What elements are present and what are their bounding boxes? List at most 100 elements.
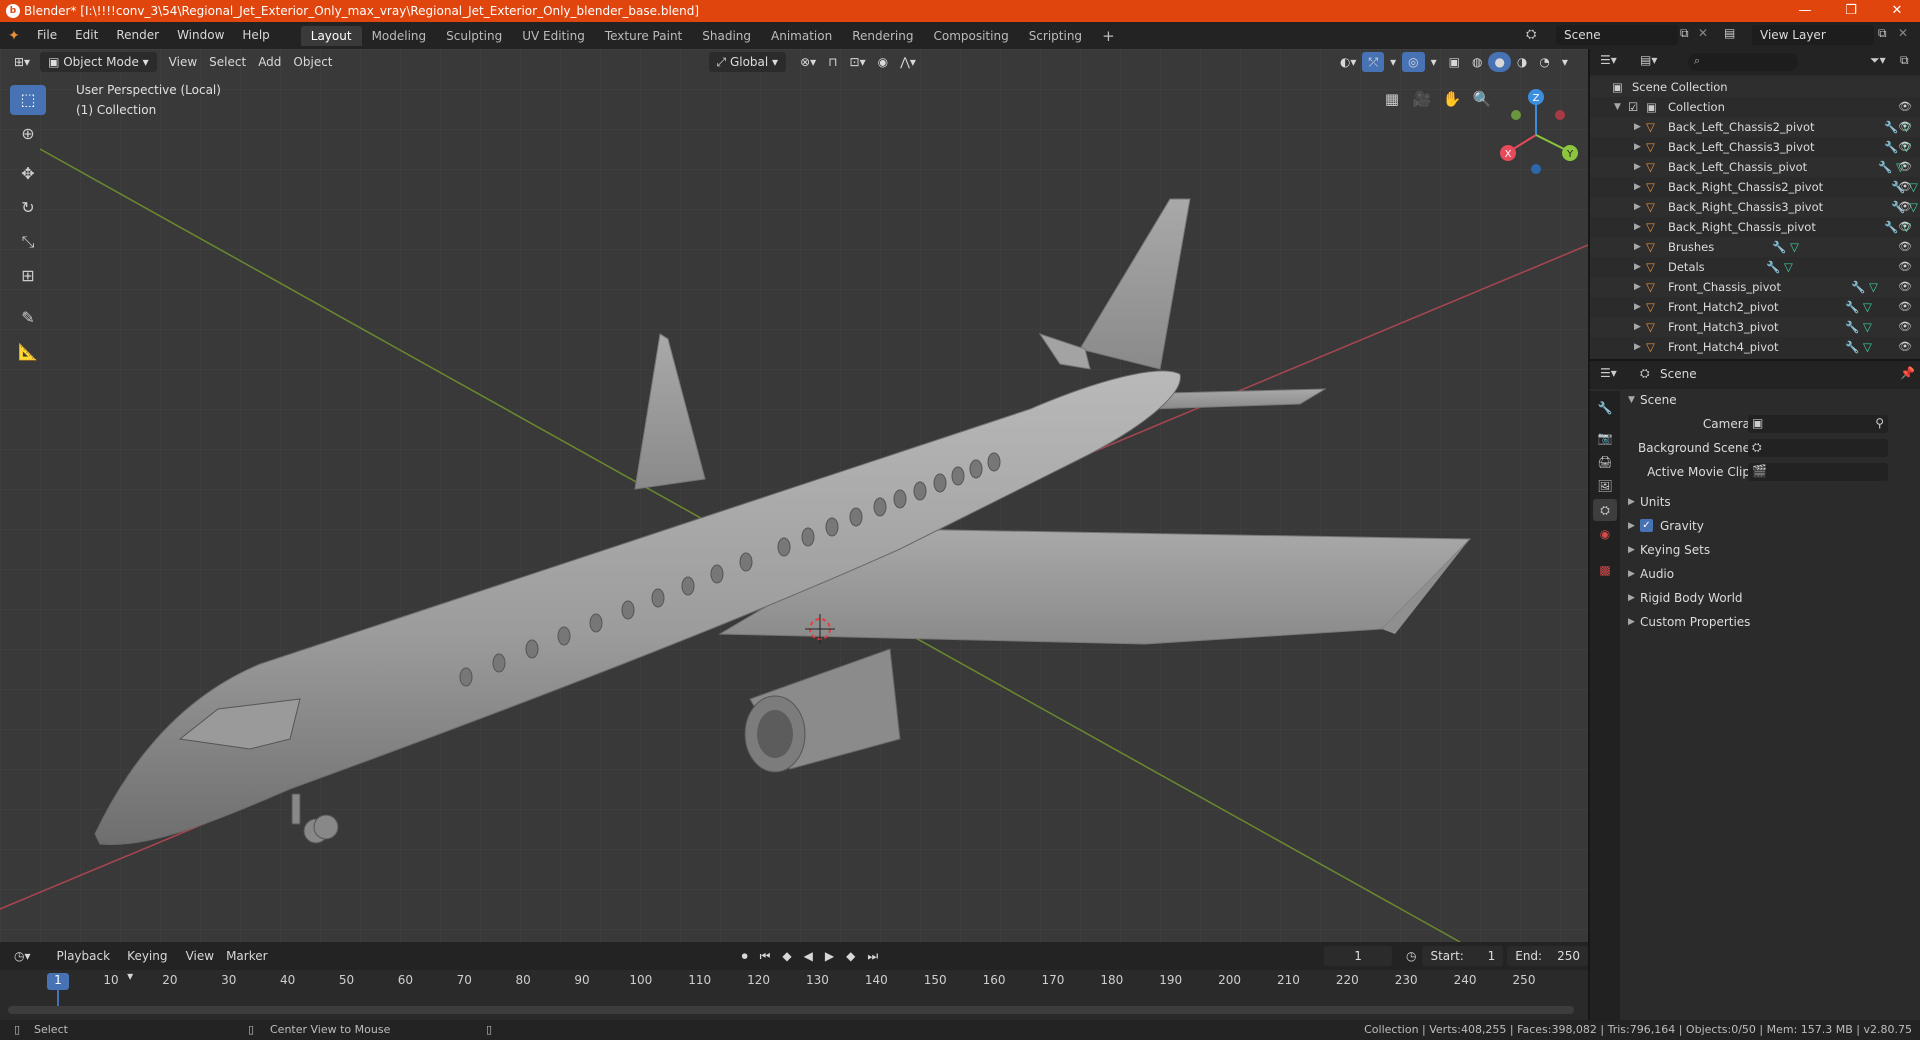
pan-hand-icon[interactable]: ✋ — [1438, 85, 1466, 113]
3d-viewport[interactable]: ⊞▾ ▣ Object Mode ▾ View Select Add Objec… — [0, 49, 1588, 942]
world-tab-icon[interactable]: ◉ — [1593, 523, 1617, 545]
expand-chevron-icon[interactable]: ▶ — [1634, 257, 1641, 277]
modifier-wrench-icon[interactable]: 🔧 — [1845, 297, 1859, 317]
eye-icon[interactable]: 👁 — [1898, 137, 1912, 157]
expand-chevron-icon[interactable]: ▶ — [1634, 297, 1641, 317]
menu-help[interactable]: Help — [233, 22, 278, 49]
shading-menu-icon[interactable]: ▾ — [1556, 52, 1574, 72]
units-panel-header[interactable]: ▶ Units — [1620, 491, 1920, 513]
transform-tool[interactable]: ⊞ — [10, 261, 46, 291]
pin-icon[interactable]: 📌 — [1900, 366, 1915, 380]
outliner-item[interactable]: ▶ ▽ Front_Hatch3_pivot 🔧 ▽ 👁 — [1590, 317, 1920, 337]
scene-type-icon[interactable]: ⛭ — [1526, 27, 1536, 42]
tool-tab-icon[interactable]: 🔧 — [1593, 397, 1617, 419]
close-button[interactable]: ✕ — [1874, 0, 1920, 22]
mesh-data-icon[interactable]: ▽ — [1784, 257, 1793, 277]
texture-tab-icon[interactable]: ▩ — [1593, 559, 1617, 581]
tab-uv-editing[interactable]: UV Editing — [512, 26, 595, 46]
audio-panel-header[interactable]: ▶ Audio — [1620, 563, 1920, 585]
tab-layout[interactable]: Layout — [300, 26, 362, 46]
maximize-button[interactable]: ❐ — [1828, 0, 1874, 22]
gravity-panel-header[interactable]: ▶ ✓ Gravity — [1620, 515, 1920, 537]
active-movie-clip-field[interactable]: 🎬 — [1748, 463, 1888, 481]
pivot-icon[interactable]: ⊗▾ — [794, 52, 822, 72]
outliner-item[interactable]: ▶ ▽ Back_Right_Chassis_pivot 🔧 ▽ 👁 — [1590, 217, 1920, 237]
modifier-wrench-icon[interactable]: 🔧 — [1884, 217, 1898, 237]
eye-icon[interactable]: 👁 — [1898, 157, 1912, 177]
outliner-item[interactable]: ▶ ▽ Front_Hatch2_pivot 🔧 ▽ 👁 — [1590, 297, 1920, 317]
expand-chevron-icon[interactable]: ▶ — [1634, 197, 1641, 217]
gizmo-neg-y[interactable] — [1511, 110, 1521, 120]
overlay-menu-icon[interactable]: ▾ — [1425, 52, 1443, 72]
move-tool[interactable]: ✥ — [10, 159, 46, 189]
gizmo-menu-icon[interactable]: ▾ — [1384, 52, 1402, 72]
menu-render[interactable]: Render — [107, 22, 168, 49]
view-layer-selector[interactable]: View Layer — [1752, 25, 1874, 45]
outliner-item[interactable]: ▶ ▽ Front_Hatch4_pivot 🔧 ▽ 👁 — [1590, 337, 1920, 357]
select-box-tool[interactable]: ⬚ — [10, 85, 46, 115]
mode-selector[interactable]: ▣ Object Mode ▾ — [40, 52, 157, 72]
modifier-wrench-icon[interactable]: 🔧 — [1884, 117, 1898, 137]
tab-modeling[interactable]: Modeling — [362, 26, 437, 46]
modifier-wrench-icon[interactable]: 🔧 — [1884, 137, 1898, 157]
outliner-panel[interactable]: ☰▾ ▤▾ ⌕ ⏷▾ ⧉ ▣ Scene Collection ▼ ☑ ▣ Co… — [1588, 49, 1920, 359]
eye-icon[interactable]: 👁 — [1898, 97, 1912, 117]
eye-icon[interactable]: 👁 — [1898, 197, 1912, 217]
outliner-item[interactable]: ▶ ▽ Front_Chassis_pivot 🔧 ▽ 👁 — [1590, 277, 1920, 297]
measure-tool[interactable]: 📐 — [10, 337, 46, 367]
modifier-wrench-icon[interactable]: 🔧 — [1845, 317, 1859, 337]
expand-chevron-icon[interactable]: ▶ — [1634, 177, 1641, 197]
visibility-icon[interactable]: ◐▾ — [1334, 52, 1363, 72]
menu-window[interactable]: Window — [168, 22, 233, 49]
modifier-wrench-icon[interactable]: 🔧 — [1772, 237, 1786, 257]
snap-target-icon[interactable]: ⊡▾ — [844, 52, 872, 72]
eye-icon[interactable]: 👁 — [1898, 297, 1912, 317]
eye-icon[interactable]: 👁 — [1898, 257, 1912, 277]
rotate-tool[interactable]: ↻ — [10, 193, 46, 223]
menu-add[interactable]: Add — [252, 52, 287, 72]
mesh-data-icon[interactable]: ▽ — [1863, 317, 1872, 337]
collapse-chevron-icon[interactable]: ▼ — [1614, 97, 1621, 117]
filter-icon[interactable]: ⏷▾ — [1870, 53, 1886, 68]
background-scene-field[interactable]: ⛭ — [1748, 439, 1888, 457]
outliner-item[interactable]: ▶ ▽ Brushes 🔧 ▽ 👁 — [1590, 237, 1920, 257]
scene-tab-icon[interactable]: ⛭ — [1593, 499, 1617, 521]
outliner-item[interactable]: ▶ ▽ Back_Right_Chassis2_pivot 🔧 ▽ 👁 — [1590, 177, 1920, 197]
toggle-grid-view-icon[interactable]: ▦ — [1378, 85, 1406, 113]
editor-type-icon[interactable]: ⊞▾ — [8, 52, 36, 72]
mesh-data-icon[interactable]: ▽ — [1790, 237, 1799, 257]
eye-icon[interactable]: 👁 — [1898, 217, 1912, 237]
gizmo-toggle-icon[interactable]: ⤱ — [1362, 52, 1385, 72]
mesh-data-icon[interactable]: ▽ — [1863, 297, 1872, 317]
camera-view-icon[interactable]: 🎥 — [1408, 85, 1436, 113]
expand-chevron-icon[interactable]: ▶ — [1634, 137, 1641, 157]
output-tab-icon[interactable]: 🖨 — [1593, 451, 1617, 473]
modifier-wrench-icon[interactable]: 🔧 — [1878, 157, 1892, 177]
properties-editor-type-icon[interactable]: ☰▾ — [1600, 366, 1617, 380]
tab-scripting[interactable]: Scripting — [1019, 26, 1092, 46]
tab-animation[interactable]: Animation — [761, 26, 842, 46]
new-view-layer-icon[interactable]: ⧉ — [1878, 26, 1887, 41]
gravity-checkbox[interactable]: ✓ — [1640, 519, 1653, 532]
gizmo-neg-x[interactable] — [1555, 110, 1565, 120]
mesh-data-icon[interactable]: ▽ — [1863, 337, 1872, 357]
delete-view-layer-icon[interactable]: ✕ — [1898, 26, 1908, 40]
blender-menu-icon[interactable]: ✦ — [0, 28, 28, 44]
camera-field[interactable]: ▣ ⚲ — [1748, 415, 1888, 433]
outliner-search-input[interactable]: ⌕ — [1688, 53, 1798, 71]
xray-icon[interactable]: ▣ — [1443, 52, 1466, 72]
rigid-body-world-panel-header[interactable]: ▶ Rigid Body World — [1620, 587, 1920, 609]
expand-chevron-icon[interactable]: ▶ — [1634, 317, 1641, 337]
timeline-scrollbar[interactable] — [8, 1006, 1574, 1014]
render-tab-icon[interactable]: 📷 — [1593, 427, 1617, 449]
solid-shading-icon[interactable]: ● — [1488, 52, 1511, 72]
outliner-scene-collection[interactable]: ▣ Scene Collection — [1590, 77, 1920, 97]
display-mode-icon[interactable]: ▤▾ — [1640, 53, 1657, 67]
scene-panel-header[interactable]: ▼ Scene — [1620, 389, 1920, 411]
outliner-item[interactable]: ▶ ▽ Back_Left_Chassis2_pivot 🔧 ▽ 👁 — [1590, 117, 1920, 137]
rendered-shading-icon[interactable]: ◔ — [1533, 52, 1555, 72]
expand-chevron-icon[interactable]: ▶ — [1634, 117, 1641, 137]
expand-chevron-icon[interactable]: ▶ — [1634, 237, 1641, 257]
minimize-button[interactable]: — — [1782, 0, 1828, 22]
tab-texture-paint[interactable]: Texture Paint — [595, 26, 692, 46]
